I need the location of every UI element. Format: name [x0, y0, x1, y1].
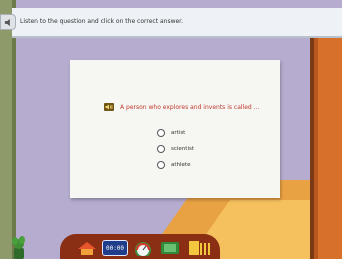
exit-button[interactable]: [186, 239, 214, 257]
option-label: scientist: [171, 146, 194, 152]
option-scientist[interactable]: scientist: [157, 145, 194, 153]
radio-button[interactable]: [157, 161, 165, 169]
game-scene: Listen to the question and click on the …: [0, 0, 342, 259]
question-audio-icon: [105, 104, 113, 110]
question-audio-button[interactable]: [104, 103, 114, 111]
option-label: athlete: [171, 162, 191, 168]
question-text: A person who explores and invents is cal…: [120, 103, 260, 111]
left-wall: [0, 0, 12, 259]
option-athlete[interactable]: athlete: [157, 161, 190, 169]
gauge-icon: [135, 242, 151, 256]
clock-button[interactable]: 00:00: [102, 239, 128, 257]
instruction-text: Listen to the question and click on the …: [20, 18, 183, 25]
plant-icon: [12, 236, 25, 259]
left-wall-edge: [12, 0, 16, 259]
door-exit-icon: [189, 241, 210, 255]
door: [318, 36, 342, 259]
instruction-bar: Listen to the question and click on the …: [12, 8, 342, 38]
home-button[interactable]: [76, 239, 98, 257]
radio-button[interactable]: [157, 129, 165, 137]
question-row: A person who explores and invents is cal…: [104, 103, 259, 111]
option-artist[interactable]: artist: [157, 129, 185, 137]
clock-display: 00:00: [105, 244, 125, 252]
clock-icon: 00:00: [102, 240, 128, 256]
instruction-speaker-button[interactable]: [0, 14, 16, 30]
radio-button[interactable]: [157, 145, 165, 153]
book-icon: [161, 242, 179, 254]
score-gauge-button[interactable]: [132, 239, 154, 257]
option-label: artist: [171, 130, 186, 136]
home-icon: [78, 242, 96, 255]
book-button[interactable]: [158, 239, 182, 257]
speaker-icon: [4, 18, 10, 26]
